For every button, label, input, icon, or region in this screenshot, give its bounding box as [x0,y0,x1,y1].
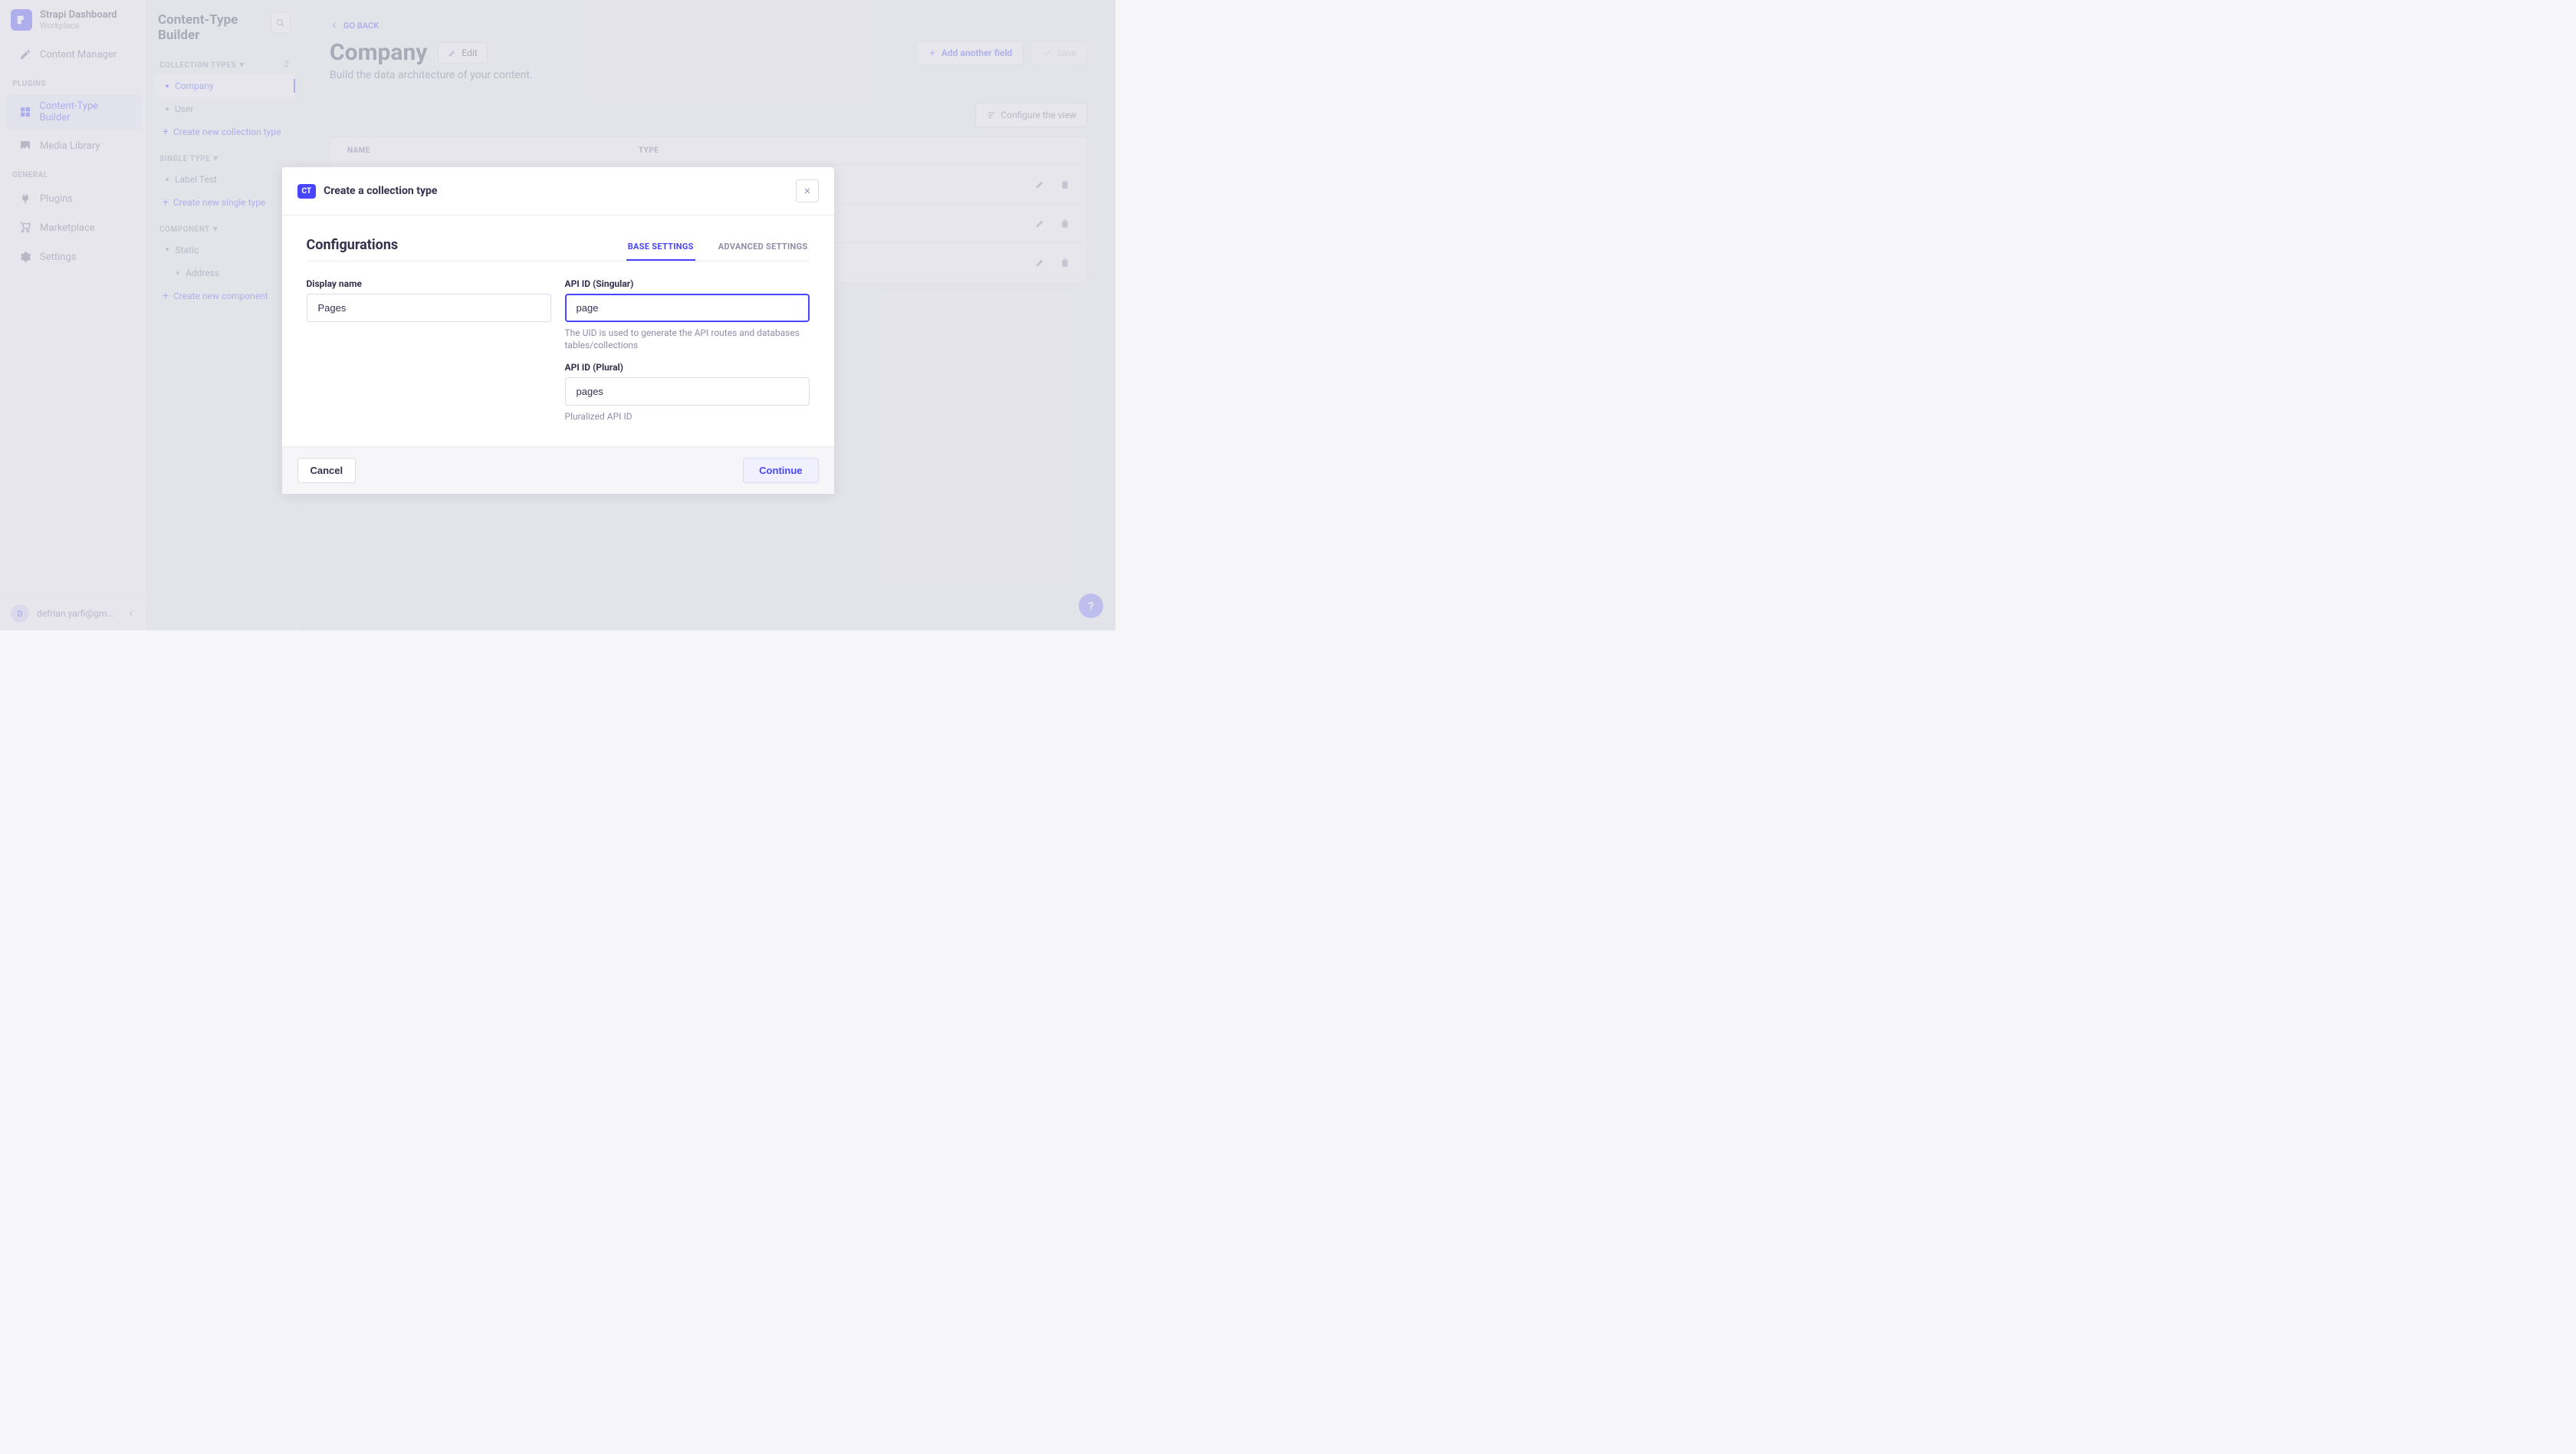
display-name-input[interactable] [307,294,551,322]
display-name-label: Display name [307,278,551,289]
create-collection-type-modal: CT Create a collection type Configuratio… [282,167,834,494]
continue-button[interactable]: Continue [743,458,818,483]
close-button[interactable] [796,179,819,202]
api-id-plural-label: API ID (Plural) [565,362,810,373]
api-id-plural-field-group: API ID (Plural) Pluralized API ID [565,362,810,423]
modal-overlay: CT Create a collection type Configuratio… [0,0,1116,630]
api-id-singular-field-group: API ID (Singular) The UID is used to gen… [565,278,810,351]
cancel-button[interactable]: Cancel [297,458,356,483]
api-id-plural-input[interactable] [565,377,810,406]
tab-advanced-settings[interactable]: ADVANCED SETTINGS [717,234,810,261]
modal-title: Create a collection type [324,185,437,197]
api-id-singular-input[interactable] [565,294,810,322]
modal-tabs: BASE SETTINGS ADVANCED SETTINGS [626,234,810,261]
api-id-singular-label: API ID (Singular) [565,278,810,289]
modal-footer: Cancel Continue [282,446,834,494]
ct-badge: CT [297,184,317,199]
modal-header: CT Create a collection type [282,167,834,215]
api-id-singular-hint: The UID is used to generate the API rout… [565,327,810,351]
modal-body: Configurations BASE SETTINGS ADVANCED SE… [282,215,834,446]
tab-base-settings[interactable]: BASE SETTINGS [626,234,695,261]
display-name-field-group: Display name [307,278,551,351]
api-id-plural-hint: Pluralized API ID [565,410,810,423]
config-title: Configurations [307,237,399,261]
